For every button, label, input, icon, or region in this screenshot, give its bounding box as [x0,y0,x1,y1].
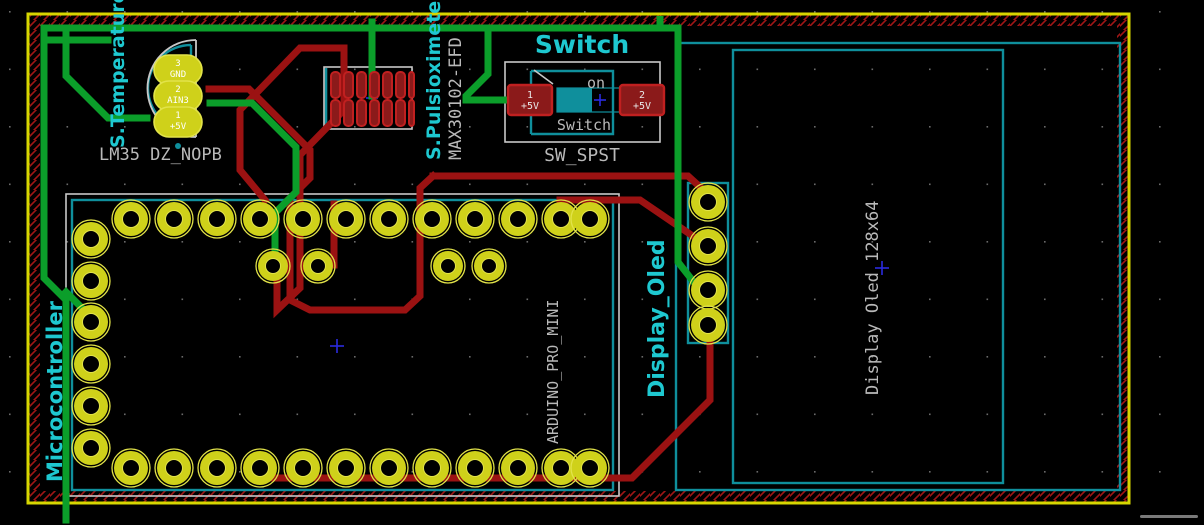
ref-microcontroller: Microcontroller [43,300,67,482]
val-pulsioximeter: MAX30102-EFD [446,37,466,160]
val-microcontroller: ARDUINO_PRO_MINI [544,300,562,445]
ref-pulsioximeter: S.Pulsioximeter [423,0,445,160]
silk-switch-name: Switch [557,116,611,134]
text-layer: S.Temperature S.Pulsioximeter Switch Mic… [43,0,883,482]
silk-switch-on: on [587,74,605,92]
val-temperature: LM35 DZ_NOPB [99,145,222,165]
pcb-canvas[interactable]: 3 GND 2 AIN3 1 +5V 1 +5V 2 +5V S.Tempera… [0,0,1204,525]
ref-display-oled: Display_Oled [645,239,670,398]
ref-temperature: S.Temperature [107,0,129,148]
ref-switch: Switch [535,30,629,59]
horizontal-scrollbar[interactable] [1140,515,1198,518]
val-display-oled: Display Oled 128x64 [863,201,883,395]
val-switch: SW_SPST [544,145,620,166]
